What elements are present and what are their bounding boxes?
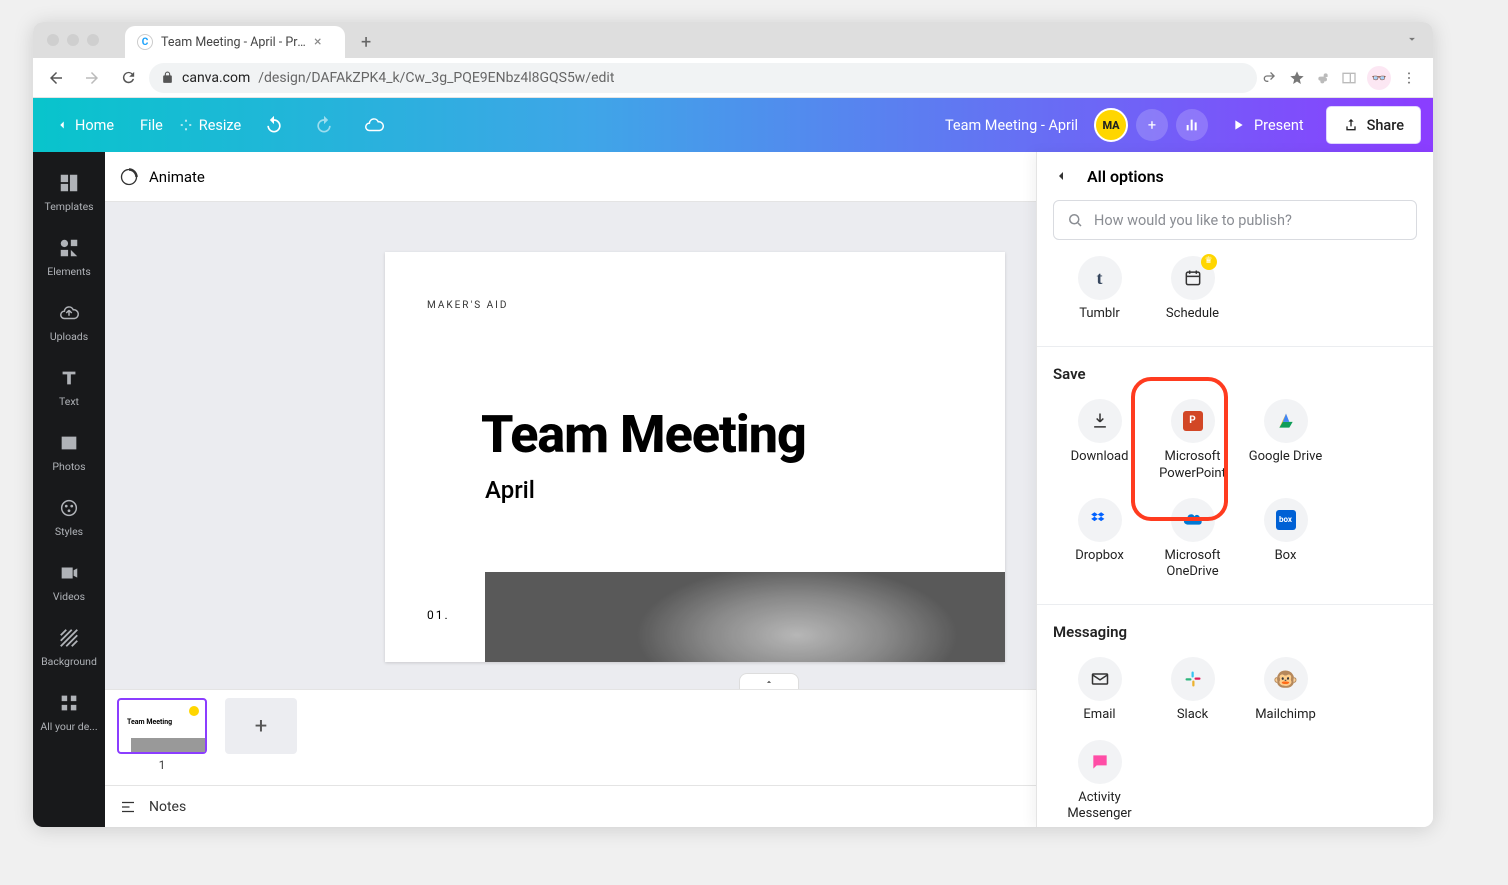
window-zoom[interactable]	[87, 34, 99, 46]
rail-text[interactable]: Text	[33, 357, 105, 420]
tab-title: Team Meeting - April - Present	[161, 35, 306, 50]
option-slack[interactable]: Slack	[1146, 651, 1239, 733]
slide-1[interactable]: MAKER'S AID Team Meeting April 01.	[385, 252, 1005, 662]
canva-app: Home File Resize Team Meeting - Apr	[33, 98, 1433, 827]
rail-photos[interactable]: Photos	[33, 422, 105, 485]
search-placeholder: How would you like to publish?	[1094, 212, 1292, 229]
slide-headline: Team Meeting	[481, 404, 806, 465]
lock-icon	[161, 71, 174, 84]
rail-uploads[interactable]: Uploads	[33, 292, 105, 355]
panel-back-button[interactable]	[1053, 168, 1075, 184]
kebab-menu-icon[interactable]	[1401, 70, 1417, 86]
extensions-icon[interactable]	[1315, 70, 1331, 86]
publish-search[interactable]: How would you like to publish?	[1053, 200, 1417, 240]
tabs-overflow-icon[interactable]	[1405, 32, 1419, 46]
animate-button[interactable]: Animate	[149, 168, 205, 186]
thumbnail-1[interactable]: Team Meeting 1	[117, 698, 207, 772]
slide-page-number: 01.	[427, 608, 450, 622]
add-member-button[interactable]: +	[1136, 109, 1168, 141]
user-badge[interactable]: MA	[1094, 108, 1128, 142]
animate-icon	[119, 167, 139, 187]
side-rail: Templates Elements Uploads Text Photos S…	[33, 152, 105, 827]
rail-videos[interactable]: Videos	[33, 552, 105, 615]
panel-icon[interactable]	[1341, 70, 1357, 86]
nav-forward-button[interactable]	[77, 63, 107, 93]
save-section-title: Save	[1053, 365, 1417, 383]
undo-button[interactable]	[257, 108, 291, 142]
powerpoint-highlight-annotation	[1131, 377, 1228, 521]
notes-icon	[119, 798, 137, 816]
nav-reload-button[interactable]	[113, 63, 143, 93]
slide-subhead: April	[485, 476, 535, 504]
rail-elements[interactable]: Elements	[33, 227, 105, 290]
option-tumblr[interactable]: t Tumblr	[1053, 250, 1146, 332]
rail-all-designs[interactable]: All your de...	[33, 682, 105, 745]
url-path: /design/DAFAkZPK4_k/Cw_3g_PQE9ENbz4l8GQS…	[258, 70, 614, 86]
design-title[interactable]: Team Meeting - April	[945, 117, 1078, 134]
window-close[interactable]	[47, 34, 59, 46]
option-google-drive[interactable]: Google Drive	[1239, 393, 1332, 492]
file-menu[interactable]: File	[140, 117, 163, 134]
slide-hero-image	[485, 572, 1005, 662]
option-email[interactable]: Email	[1053, 651, 1146, 733]
crown-badge-icon: ♛	[1201, 254, 1217, 270]
panel-top-row: t Tumblr ♛ Schedule	[1037, 248, 1433, 346]
resize-menu[interactable]: Resize	[179, 117, 241, 134]
browser-window: C Team Meeting - April - Present × + can…	[33, 22, 1433, 827]
app-bar: Home File Resize Team Meeting - Apr	[33, 98, 1433, 152]
share-panel: All options How would you like to publis…	[1036, 152, 1433, 827]
option-box[interactable]: box Box	[1239, 492, 1332, 591]
cloud-sync-icon[interactable]	[357, 108, 391, 142]
canva-favicon: C	[137, 34, 153, 50]
slide-brand-text: MAKER'S AID	[427, 300, 508, 311]
new-tab-button[interactable]: +	[361, 32, 371, 53]
share-button[interactable]: Share	[1326, 106, 1421, 144]
option-activity-messenger[interactable]: Activity Messenger	[1053, 734, 1146, 828]
present-button[interactable]: Present	[1216, 117, 1318, 134]
panel-messaging-section: Messaging Email Slack 🐵	[1037, 604, 1433, 827]
tab-close-icon[interactable]: ×	[314, 34, 321, 50]
address-bar-row: canva.com/design/DAFAkZPK4_k/Cw_3g_PQE9E…	[33, 58, 1433, 98]
thumbnail-number: 1	[117, 758, 207, 772]
home-label: Home	[75, 117, 114, 134]
add-page-button[interactable]: +	[225, 698, 297, 754]
panel-save-section: Save Download P Microsoft PowerPoint	[1037, 346, 1433, 604]
option-schedule[interactable]: ♛ Schedule	[1146, 250, 1239, 332]
rail-styles[interactable]: Styles	[33, 487, 105, 550]
messaging-section-title: Messaging	[1053, 623, 1417, 641]
browser-tab[interactable]: C Team Meeting - April - Present ×	[125, 26, 345, 58]
share-page-icon[interactable]	[1263, 70, 1279, 86]
rail-templates[interactable]: Templates	[33, 162, 105, 225]
redo-button[interactable]	[307, 108, 341, 142]
toolbar-right: 👓	[1263, 66, 1425, 90]
canvas-toggle-pill[interactable]	[739, 673, 799, 689]
insights-button[interactable]	[1176, 109, 1208, 141]
window-minimize[interactable]	[67, 34, 79, 46]
rail-background[interactable]: Background	[33, 617, 105, 680]
panel-title: All options	[1087, 167, 1164, 186]
option-mailchimp[interactable]: 🐵 Mailchimp	[1239, 651, 1332, 733]
home-button[interactable]: Home	[45, 111, 124, 140]
url-host: canva.com	[182, 70, 250, 86]
address-bar[interactable]: canva.com/design/DAFAkZPK4_k/Cw_3g_PQE9E…	[149, 63, 1257, 93]
profile-avatar[interactable]: 👓	[1367, 66, 1391, 90]
nav-back-button[interactable]	[41, 63, 71, 93]
notes-button[interactable]: Notes	[149, 799, 186, 815]
bookmark-star-icon[interactable]	[1289, 70, 1305, 86]
